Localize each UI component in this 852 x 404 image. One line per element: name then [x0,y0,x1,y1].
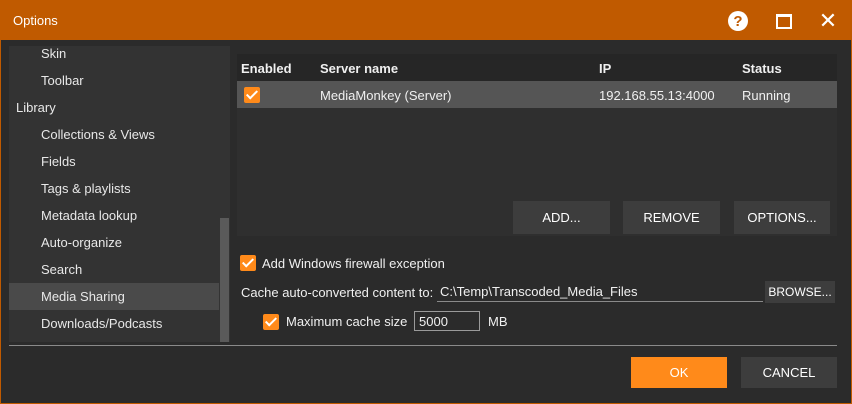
max-cache-checkbox[interactable] [263,314,279,330]
window-title: Options [13,13,58,28]
cancel-button[interactable]: CANCEL [741,357,837,388]
max-cache-label: Maximum cache size [286,314,408,329]
cache-location-label: Cache auto-converted content to: [241,285,434,300]
maximize-button[interactable] [769,7,799,35]
close-button[interactable]: ✕ [813,7,843,35]
add-server-button[interactable]: ADD... [513,201,610,234]
column-header-server-name[interactable]: Server name [320,61,398,76]
sidebar-item-search[interactable]: Search [9,256,219,283]
options-sidebar[interactable]: Skin Toolbar Library Collections & Views… [9,46,230,342]
server-ip-cell: 192.168.55.13:4000 [599,88,715,103]
sidebar-item-toolbar[interactable]: Toolbar [9,67,219,94]
column-header-status[interactable]: Status [742,61,782,76]
sidebar-item-media-sharing[interactable]: Media Sharing [9,283,219,310]
sidebar-scrollbar[interactable] [220,218,229,342]
firewall-exception-label: Add Windows firewall exception [262,256,445,271]
sidebar-item-auto-organize[interactable]: Auto-organize [9,229,219,256]
browse-button[interactable]: BROWSE... [765,281,835,303]
sidebar-item-skin[interactable]: Skin [9,46,219,67]
max-cache-unit: MB [488,314,508,329]
sidebar-item-downloads-podcasts[interactable]: Downloads/Podcasts [9,310,219,337]
server-name-cell: MediaMonkey (Server) [320,88,452,103]
title-bar[interactable]: Options ? ✕ [1,1,851,40]
firewall-exception-checkbox[interactable] [240,255,256,271]
help-button[interactable]: ? [723,7,753,35]
sidebar-item-fields[interactable]: Fields [9,148,219,175]
column-header-enabled[interactable]: Enabled [241,61,292,76]
close-icon: ✕ [818,8,838,33]
table-row[interactable]: MediaMonkey (Server) 192.168.55.13:4000 … [237,81,837,108]
sidebar-item-collections-views[interactable]: Collections & Views [9,121,219,148]
server-enabled-checkbox[interactable] [244,87,260,103]
server-status-cell: Running [742,88,791,103]
ok-button[interactable]: OK [631,357,727,388]
server-options-button[interactable]: OPTIONS... [734,201,830,234]
max-cache-size-input[interactable] [414,311,480,331]
cache-path-input[interactable] [437,282,763,302]
sidebar-item-metadata-lookup[interactable]: Metadata lookup [9,202,219,229]
sidebar-item-tags-playlists[interactable]: Tags & playlists [9,175,219,202]
remove-server-button[interactable]: REMOVE [623,201,720,234]
table-header: Enabled Server name IP Status [237,54,837,81]
column-header-ip[interactable]: IP [599,61,611,76]
footer-divider [9,345,837,346]
options-dialog: Options ? ✕ Skin Toolbar Library Collect… [0,0,852,404]
maximize-icon [776,13,792,29]
sidebar-item-library[interactable]: Library [9,94,219,121]
question-circle-icon: ? [728,11,748,31]
